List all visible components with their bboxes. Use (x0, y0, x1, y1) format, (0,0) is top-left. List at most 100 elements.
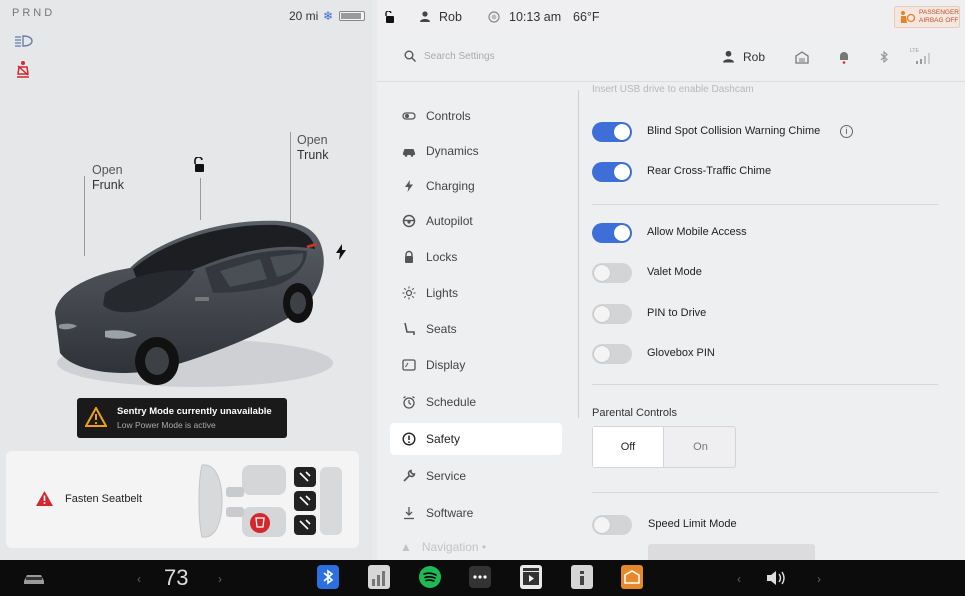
nav-item-charging[interactable]: Charging (390, 170, 562, 202)
toybox-app-icon[interactable] (621, 565, 643, 589)
nav-label: Schedule (426, 395, 477, 409)
nav-item-dynamics[interactable]: Dynamics (390, 135, 562, 167)
status-user[interactable]: Rob (439, 10, 462, 24)
navigation-icon: ▲ (400, 540, 412, 554)
trunk-open-button[interactable]: Open Trunk (297, 133, 329, 163)
dashcam-hint: Insert USB drive to enable Dashcam (592, 84, 754, 95)
nav-label: Autopilot (426, 214, 473, 228)
taskbar: ‹ › ‹ › (0, 560, 965, 596)
search-icon (404, 50, 416, 62)
bolt-icon (405, 180, 413, 192)
warning-triangle-icon (36, 491, 53, 506)
nav-label: Charging (426, 179, 475, 193)
nav-label: Navigation (421, 540, 479, 554)
manual-app-icon[interactable] (571, 565, 593, 589)
sentry-title: Sentry Mode currently unavailable (117, 406, 272, 417)
parental-on-option[interactable]: On (665, 427, 736, 467)
nav-item-autopilot[interactable]: Autopilot (390, 205, 562, 237)
volume-down-button[interactable]: ‹ (737, 572, 741, 586)
airbag-icon (901, 11, 915, 23)
temperature-up-button[interactable]: › (218, 572, 222, 586)
nav-label: Service (426, 469, 467, 483)
trunk-pointer-line (290, 132, 291, 224)
alert-circle-icon (402, 432, 416, 446)
blind-spot-chime-toggle[interactable] (592, 122, 632, 142)
notification-bell-icon[interactable] (837, 50, 851, 64)
nav-item-display[interactable]: Display (390, 349, 562, 381)
valet-mode-toggle[interactable] (592, 263, 632, 283)
nav-label: Dynamics (426, 144, 479, 158)
trunk-label: Trunk (297, 148, 329, 162)
info-icon[interactable]: i (840, 125, 853, 138)
frunk-open-button[interactable]: Open Frunk (92, 163, 124, 193)
camera-record-icon[interactable] (488, 11, 500, 23)
toggle-label: Valet Mode (647, 266, 702, 278)
airbag-line2: AIRBAG OFF (919, 17, 959, 24)
bluetooth-icon[interactable] (877, 50, 891, 64)
parental-off-option[interactable]: Off (593, 427, 664, 467)
pin-to-drive-row: PIN to Drive (592, 304, 952, 328)
nav-item-software[interactable]: Software (390, 497, 562, 529)
car-illustration (55, 220, 333, 387)
garage-icon[interactable] (795, 50, 809, 64)
valet-mode-row: Valet Mode (592, 263, 952, 287)
seatbelt-card: Fasten Seatbelt (6, 451, 359, 548)
spotify-icon[interactable] (418, 565, 442, 589)
rear-cross-traffic-toggle[interactable] (592, 162, 632, 182)
parental-controls-segmented: Off On (592, 426, 736, 468)
toggle-icon (402, 112, 416, 120)
nav-label: Locks (426, 250, 458, 264)
section-divider (592, 204, 938, 205)
toggle-label: Rear Cross-Traffic Chime (647, 165, 772, 177)
gear-selector: PRND (12, 7, 56, 19)
sentry-subtitle: Low Power Mode is active (117, 420, 216, 430)
nav-label: Lights (426, 286, 459, 300)
pin-to-drive-toggle[interactable] (592, 304, 632, 324)
unlock-icon[interactable] (192, 157, 206, 173)
nav-item-controls[interactable]: Controls (390, 100, 562, 132)
car-icon[interactable] (22, 572, 46, 586)
seatbelt-message: Fasten Seatbelt (65, 493, 143, 505)
section-divider (592, 384, 938, 385)
nav-label: Software (426, 506, 474, 520)
profile-button[interactable]: Rob (743, 50, 765, 64)
nav-item-lights[interactable]: Lights (390, 277, 562, 309)
nav-item-navigation[interactable]: ▲ Navigation • (400, 540, 486, 554)
seat-icon (404, 322, 415, 335)
range-readout: 20 mi (289, 9, 319, 23)
nav-item-safety[interactable]: Safety (390, 423, 562, 455)
theater-app-icon[interactable] (520, 565, 542, 589)
speed-limit-button[interactable] (648, 544, 815, 560)
volume-up-button[interactable]: › (817, 572, 821, 586)
signal-strength-icon (916, 53, 930, 64)
search-settings-input[interactable] (424, 44, 644, 68)
nav-item-service[interactable]: Service (390, 460, 562, 492)
user-icon (420, 11, 430, 22)
volume-icon[interactable] (765, 569, 789, 587)
headlight-icon[interactable] (13, 34, 35, 48)
nav-item-schedule[interactable]: Schedule (390, 386, 562, 418)
temperature-down-button[interactable]: ‹ (137, 572, 141, 586)
glovebox-pin-row: Glovebox PIN (592, 344, 952, 368)
nav-item-locks[interactable]: Locks (390, 241, 562, 273)
frunk-label: Frunk (92, 178, 124, 192)
unlock-icon[interactable] (384, 11, 395, 23)
vehicle-panel: PRND 20 mi ❄ Open Frunk Open Trunk Sentr… (0, 0, 372, 560)
frunk-open-label: Open (92, 163, 123, 177)
nav-item-seats[interactable]: Seats (390, 313, 562, 345)
section-divider (592, 492, 938, 493)
cabin-temperature[interactable]: 73 (164, 565, 188, 591)
airbag-line1: PASSENGER (919, 9, 959, 16)
speed-limit-toggle[interactable] (592, 515, 632, 535)
charge-port-bolt-icon[interactable] (335, 244, 347, 260)
passenger-airbag-indicator: PASSENGER AIRBAG OFF (894, 6, 960, 28)
more-apps-icon[interactable] (469, 566, 491, 588)
battery-icon (339, 11, 365, 21)
nav-label: Seats (426, 322, 457, 336)
speed-limit-row: Speed Limit Mode (592, 515, 952, 539)
bluetooth-app-icon[interactable] (317, 565, 339, 589)
glovebox-pin-toggle[interactable] (592, 344, 632, 364)
seat-occupancy-diagram (198, 464, 342, 538)
mobile-access-toggle[interactable] (592, 223, 632, 243)
energy-app-icon[interactable] (368, 565, 390, 589)
